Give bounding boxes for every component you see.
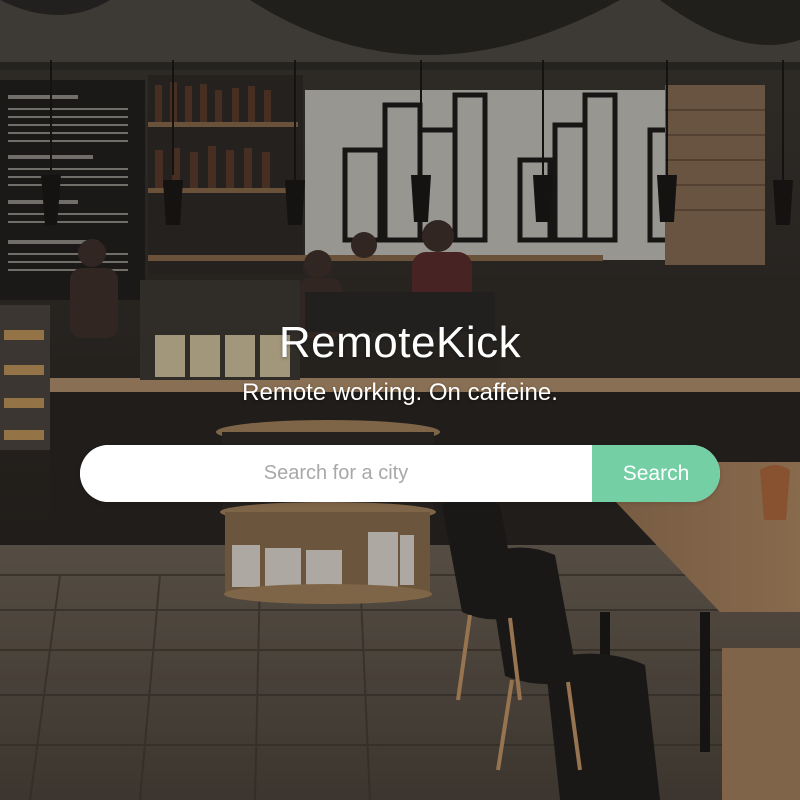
search-button[interactable]: Search [592, 445, 720, 502]
hero-section: RemoteKick Remote working. On caffeine. … [0, 0, 800, 800]
hero-content: RemoteKick Remote working. On caffeine. … [0, 0, 800, 800]
site-tagline: Remote working. On caffeine. [242, 379, 558, 406]
city-search-form: Search [80, 445, 720, 502]
city-search-input[interactable] [80, 445, 592, 502]
site-title: RemoteKick [278, 318, 522, 367]
